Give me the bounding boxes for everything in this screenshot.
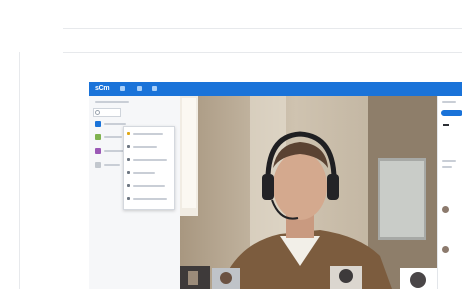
menu-item-label: [133, 185, 165, 187]
menu-item-label: [133, 159, 167, 161]
chat-panel: [437, 96, 462, 289]
menu-item[interactable]: [127, 182, 172, 190]
group-icon: [95, 134, 101, 140]
message-line: [442, 166, 452, 168]
menu-item[interactable]: [127, 130, 172, 138]
context-menu: [123, 126, 175, 210]
edit-icon: [127, 184, 130, 187]
share-icon: [127, 158, 130, 161]
avatar: [442, 246, 449, 253]
app-screenshot: sCm: [89, 82, 462, 289]
home-icon[interactable]: [137, 86, 142, 91]
participant-face: [273, 152, 327, 220]
user-icon: [127, 145, 130, 148]
search-icon: [95, 110, 100, 115]
menu-item-label: [133, 198, 167, 200]
sidebar-item-label: [104, 136, 122, 138]
menu-item[interactable]: [127, 156, 172, 164]
menu-item-label: [133, 172, 155, 174]
avatar: [442, 206, 449, 213]
header-divider: [63, 28, 462, 29]
star-icon: [127, 132, 130, 135]
menu-item[interactable]: [127, 169, 172, 177]
folder-icon: [95, 121, 101, 127]
left-border: [19, 52, 20, 289]
sidebar-heading: [95, 101, 129, 103]
notification-icon[interactable]: [120, 86, 125, 91]
info-icon: [127, 171, 130, 174]
section-divider: [63, 52, 462, 53]
group-icon: [95, 148, 101, 154]
group-icon: [95, 162, 101, 168]
sidebar-item-label: [104, 150, 124, 152]
app-logo[interactable]: sCm: [95, 84, 110, 94]
top-bar: sCm: [89, 82, 462, 96]
menu-item-label: [133, 146, 157, 148]
sidebar-item-label: [104, 164, 120, 166]
menu-item[interactable]: [127, 195, 172, 203]
participant-video[interactable]: [180, 96, 437, 289]
user-icon[interactable]: [152, 86, 157, 91]
trash-icon: [127, 197, 130, 200]
message-line: [442, 160, 456, 162]
search-input[interactable]: [93, 108, 121, 117]
menu-item-label: [133, 133, 163, 135]
panel-heading: [442, 101, 456, 103]
sidebar-item-label: [104, 123, 126, 125]
menu-item[interactable]: [127, 143, 172, 151]
video-call-view: [180, 96, 437, 289]
tab-active[interactable]: [441, 110, 462, 116]
back-icon[interactable]: [443, 124, 449, 126]
